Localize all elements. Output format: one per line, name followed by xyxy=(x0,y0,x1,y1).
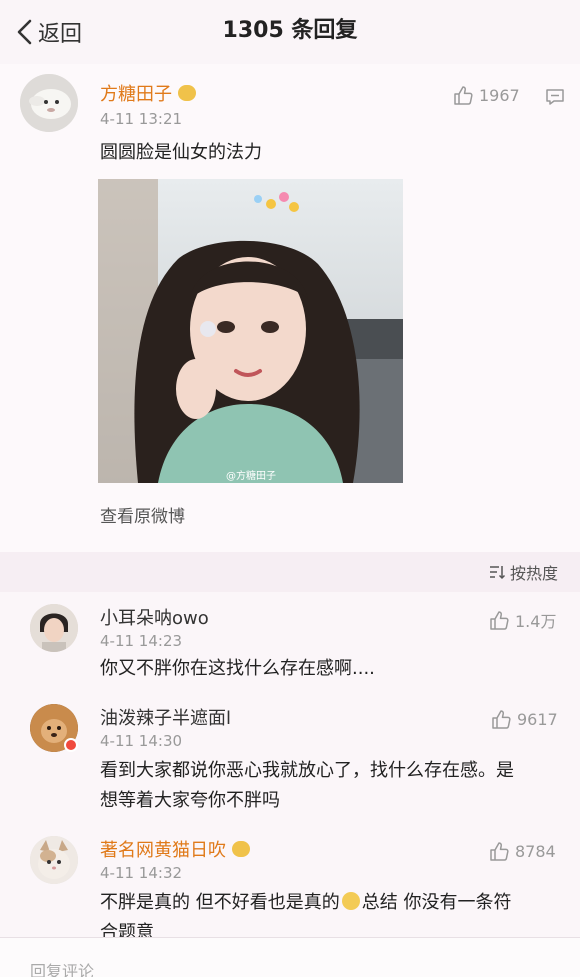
post-time: 4-11 13:21 xyxy=(100,110,183,128)
top-nav-bar: 返回 1305 条回复 xyxy=(0,0,580,64)
reply-text-line-1: 看到大家都说你恶心我就放心了，找什么存在感。是 xyxy=(100,760,514,781)
cat-avatar-icon xyxy=(30,836,78,884)
reply-time: 4-11 14:32 xyxy=(100,864,183,882)
emoji-badge-icon xyxy=(232,841,250,857)
reply-author[interactable]: 油泼辣子半遮面l xyxy=(100,708,231,730)
emoji-badge-icon xyxy=(178,85,196,101)
comment-icon xyxy=(546,89,564,105)
photo-watermark: @方糖田子 xyxy=(226,471,276,482)
post-like-button[interactable]: 1967 xyxy=(452,84,520,106)
reply-text-segment: 不胖是真的 但不好看也是真的 xyxy=(100,892,340,913)
reply-text-line-2: 合题意 xyxy=(100,922,154,937)
lamb-avatar-icon xyxy=(20,74,78,132)
thumbs-up-icon xyxy=(454,86,473,105)
page-title: 1305 条回复 xyxy=(222,18,358,43)
avatar[interactable] xyxy=(30,704,78,752)
reply-text-line-1: 不胖是真的 但不好看也是真的 总结 你没有一条符 xyxy=(100,888,511,918)
post-author[interactable]: 方糖田子 xyxy=(100,84,196,106)
post-text: 圆圆脸是仙女的法力 xyxy=(100,142,262,163)
reply-author[interactable]: 小耳朵呐owo xyxy=(100,608,209,630)
replies-list: 小耳朵呐owo 4-11 14:23 1.4万 你又不胖你在这找什么存在感啊..… xyxy=(0,592,580,937)
reply-author-name: 著名网黄猫日吹 xyxy=(100,840,226,861)
reply-author[interactable]: 著名网黄猫日吹 xyxy=(100,840,250,862)
sort-by-hot-button[interactable]: 按热度 xyxy=(488,560,558,584)
post-photo[interactable]: @方糖田子 xyxy=(98,179,403,483)
post-like-count: 1967 xyxy=(479,85,520,105)
sort-label: 按热度 xyxy=(509,564,558,583)
reply-time: 4-11 14:30 xyxy=(100,732,183,750)
person-avatar-icon xyxy=(30,604,78,652)
smile-emoji-icon xyxy=(341,892,360,910)
reply-text-line-2: 想等着大家夸你不胖吗 xyxy=(100,790,280,811)
avatar[interactable] xyxy=(30,836,78,884)
original-post: 方糖田子 4-11 13:21 1967 圆圆脸是仙女的法力 @方糖田子 查看原… xyxy=(0,64,580,552)
thumbs-up-icon xyxy=(490,611,509,630)
reply-text: 你又不胖你在这找什么存在感啊.... xyxy=(100,658,375,679)
reply-comment-input[interactable]: 回复评论 xyxy=(30,958,94,977)
reply-text-segment: 总结 你没有一条符 xyxy=(361,892,512,913)
thumbs-up-icon xyxy=(492,710,511,729)
post-author-name: 方糖田子 xyxy=(100,84,172,105)
reply-like-button[interactable]: 1.4万 xyxy=(488,608,556,632)
bottom-reply-bar: 回复评论 xyxy=(0,937,580,977)
avatar[interactable] xyxy=(30,604,78,652)
reply-time: 4-11 14:23 xyxy=(100,632,183,650)
sort-icon xyxy=(489,566,506,580)
reply-like-button[interactable]: 9617 xyxy=(490,708,558,730)
thumbs-up-icon xyxy=(490,842,509,861)
reply-like-count: 8784 xyxy=(515,841,556,861)
verified-badge-icon xyxy=(64,738,78,752)
reply-like-count: 1.4万 xyxy=(515,612,557,631)
reply-like-button[interactable]: 8784 xyxy=(488,840,556,862)
sort-bar: 按热度 xyxy=(0,552,580,592)
reply-like-count: 9617 xyxy=(517,709,558,729)
avatar[interactable] xyxy=(20,74,78,132)
comment-button[interactable] xyxy=(544,86,566,112)
view-original-link[interactable]: 查看原微博 xyxy=(100,502,185,527)
portrait-photo-icon xyxy=(98,179,403,483)
